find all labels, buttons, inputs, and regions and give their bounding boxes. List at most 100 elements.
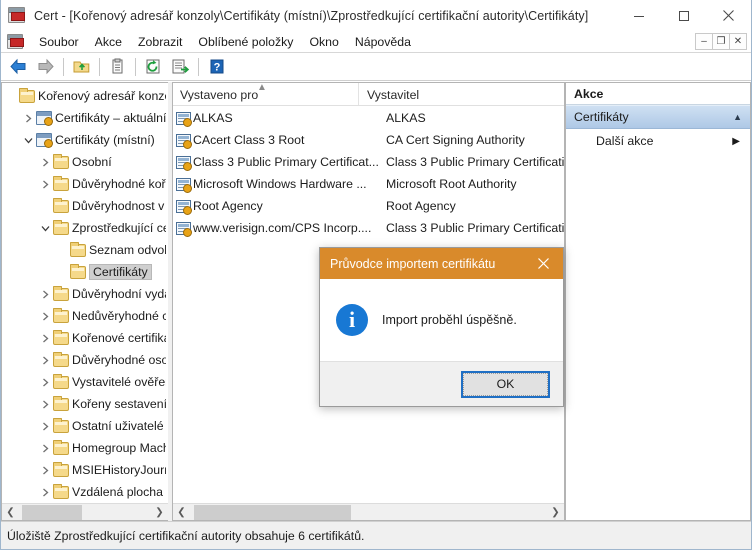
tree-node[interactable]: Důvěryhodní vydavatelé (2, 283, 168, 305)
chevron-right-icon[interactable] (38, 422, 53, 431)
refresh-icon[interactable] (140, 55, 166, 79)
folder-icon (19, 90, 38, 103)
cell-issued-to: ALKAS (193, 111, 378, 125)
dialog-title-bar: Průvodce importem certifikátu (320, 248, 563, 279)
table-row[interactable]: CAcert Class 3 RootCA Cert Signing Autho… (173, 129, 564, 151)
menu-item-soubor[interactable]: Soubor (31, 33, 87, 51)
table-row[interactable]: ALKASALKAS (173, 107, 564, 129)
tree-scroll-track[interactable] (19, 504, 151, 521)
help-icon[interactable]: ? (203, 55, 229, 79)
scroll-right-icon[interactable]: ❯ (547, 504, 564, 521)
tree-node[interactable]: Zprostředkující certifikační autority (2, 217, 168, 239)
maximize-icon[interactable] (661, 0, 706, 31)
mdi-minimize-icon[interactable]: – (695, 33, 713, 50)
tree-node[interactable]: Kořenové certifikační autority (2, 327, 168, 349)
folder-icon (53, 398, 72, 411)
tree-node[interactable]: Vystavitelé ověření klienta (2, 371, 168, 393)
tree-node[interactable]: Seznam odvolaných certifikátů (2, 239, 168, 261)
chevron-right-icon[interactable] (38, 158, 53, 167)
chevron-right-icon[interactable] (38, 312, 53, 321)
console-tree[interactable]: Kořenový adresář konzoly Certifikáty – ak… (2, 83, 168, 503)
chevron-right-icon[interactable] (38, 444, 53, 453)
tree-node[interactable]: Ostatní uživatelé (2, 415, 168, 437)
chevron-right-icon[interactable] (38, 466, 53, 475)
chevron-right-icon[interactable] (38, 488, 53, 497)
list-scroll-track[interactable] (190, 504, 547, 521)
column-header-issued-to[interactable]: Vystaveno pro ▲ (173, 83, 358, 105)
scroll-right-icon[interactable]: ❯ (151, 504, 168, 521)
back-icon[interactable] (5, 55, 31, 79)
dialog-footer: OK (320, 361, 563, 406)
tree-node-label: Důvěryhodní vydavatelé (72, 287, 166, 301)
ok-button[interactable]: OK (462, 372, 549, 397)
tree-node[interactable]: Osobní (2, 151, 168, 173)
tree-node[interactable]: Homegroup Machine Certificates (2, 437, 168, 459)
tree-node[interactable]: Nedůvěryhodné certifikáty (2, 305, 168, 327)
tree-node[interactable]: Kořenový adresář konzoly (2, 85, 168, 107)
tree-node[interactable]: Vzdálená plocha (2, 481, 168, 503)
cell-issued-to: CAcert Class 3 Root (193, 133, 378, 147)
chevron-right-icon[interactable] (38, 290, 53, 299)
tree-node-label: Vzdálená plocha (72, 485, 163, 499)
table-row[interactable]: Root AgencyRoot Agency (173, 195, 564, 217)
up-folder-icon[interactable] (68, 55, 94, 79)
properties-icon[interactable] (104, 55, 130, 79)
dialog-close-icon[interactable] (523, 248, 563, 279)
chevron-right-icon[interactable] (38, 356, 53, 365)
console-tree-pane: Kořenový adresář konzoly Certifikáty – ak… (1, 82, 168, 521)
table-row[interactable]: Microsoft Windows Hardware ...Microsoft … (173, 173, 564, 195)
tree-node[interactable]: Důvěryhodnost v rámci podniku (2, 195, 168, 217)
tree-node[interactable]: Důvěryhodné osoby (2, 349, 168, 371)
chevron-right-icon[interactable] (38, 334, 53, 343)
chevron-down-icon[interactable] (21, 136, 36, 145)
tree-node[interactable]: Certifikáty – aktuální uživatel (2, 107, 168, 129)
scroll-left-icon[interactable]: ❮ (173, 504, 190, 521)
close-icon[interactable] (706, 0, 751, 31)
list-horizontal-scrollbar[interactable]: ❮ ❯ (173, 503, 564, 520)
tree-node[interactable]: Kořeny sestavení pro verzi Preview (2, 393, 168, 415)
mdi-close-icon[interactable]: ✕ (729, 33, 747, 50)
chevron-right-icon[interactable] (38, 180, 53, 189)
page-title: Cert - [Kořenový adresář konzoly\Certifi… (34, 9, 588, 23)
menu-item-zobrazit[interactable]: Zobrazit (130, 33, 190, 51)
minimize-icon[interactable] (616, 0, 661, 31)
chevron-right-icon[interactable] (38, 378, 53, 387)
certificate-icon (173, 156, 193, 169)
mdi-restore-icon[interactable]: ❐ (712, 33, 730, 50)
scroll-left-icon[interactable]: ❮ (2, 504, 19, 521)
menu-item-napoveda[interactable]: Nápověda (347, 33, 419, 51)
chevron-right-icon[interactable] (21, 114, 36, 123)
tree-node-label: Kořenový adresář konzoly (38, 89, 166, 103)
tree-node-label: Kořenové certifikační autority (72, 331, 166, 345)
dialog-message: Import proběhl úspěšně. (382, 313, 517, 327)
cell-issued-by: Microsoft Root Authority (378, 177, 564, 191)
tree-horizontal-scrollbar[interactable]: ❮ ❯ (2, 503, 168, 520)
svg-text:?: ? (213, 62, 220, 74)
tree-node[interactable]: MSIEHistoryJournal (2, 459, 168, 481)
menu-item-okno[interactable]: Okno (301, 33, 346, 51)
tree-node[interactable]: Certifikáty (2, 261, 168, 283)
folder-icon (53, 178, 72, 191)
chevron-down-icon[interactable] (38, 224, 53, 233)
chevron-right-icon[interactable] (38, 400, 53, 409)
actions-item-dalsi-akce[interactable]: Další akce ▶ (566, 129, 750, 153)
certificate-icon (173, 178, 193, 191)
mmc-system-icon[interactable] (7, 34, 23, 49)
menu-item-oblibene-polozky[interactable]: Oblíbené položky (190, 33, 301, 51)
menu-item-akce[interactable]: Akce (87, 33, 130, 51)
tree-node-label: MSIEHistoryJournal (72, 463, 166, 477)
table-row[interactable]: www.verisign.com/CPS Incorp....Class 3 P… (173, 217, 564, 239)
actions-group-label: Certifikáty (574, 110, 629, 124)
toolbar-separator (198, 58, 199, 76)
tree-scroll-thumb[interactable] (22, 505, 83, 520)
actions-group-certifikaty[interactable]: Certifikáty ▲ (566, 105, 750, 129)
table-row[interactable]: Class 3 Public Primary Certificat...Clas… (173, 151, 564, 173)
tree-node[interactable]: Certifikáty (místní) (2, 129, 168, 151)
chevron-up-icon[interactable]: ▲ (733, 112, 742, 122)
tree-node[interactable]: Důvěryhodné kořenové certifikační (2, 173, 168, 195)
column-header-issued-by[interactable]: Vystavitel (358, 83, 564, 105)
forward-icon[interactable] (32, 55, 58, 79)
list-scroll-thumb[interactable] (194, 505, 351, 520)
export-list-icon[interactable] (167, 55, 193, 79)
menu-bar: Soubor Akce Zobrazit Oblíbené položky Ok… (1, 31, 751, 53)
